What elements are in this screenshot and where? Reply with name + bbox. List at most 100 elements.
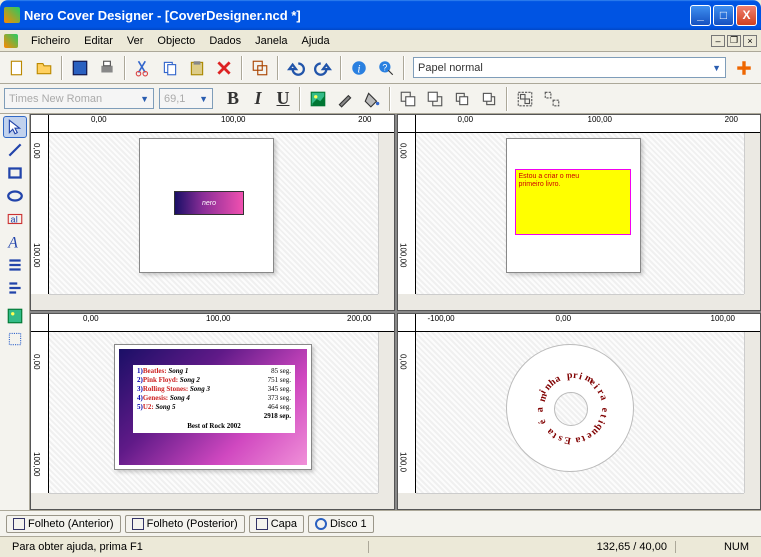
child-close-button[interactable]: × <box>743 35 757 47</box>
open-button[interactable] <box>31 55 57 81</box>
menu-ajuda[interactable]: Ajuda <box>295 33 337 49</box>
font-name: Times New Roman <box>9 93 102 105</box>
group-button[interactable] <box>512 86 538 112</box>
scrollbar-horizontal[interactable] <box>49 294 378 310</box>
scrollbar-vertical[interactable] <box>744 133 760 294</box>
add-paper-button[interactable] <box>731 55 757 81</box>
svg-text:A: A <box>7 235 18 251</box>
scrollbar-vertical[interactable] <box>378 332 394 493</box>
document-tabs: Folheto (Anterior) Folheto (Posterior) C… <box>0 510 761 536</box>
chevron-down-icon: ▼ <box>140 94 149 104</box>
redo-button[interactable] <box>310 55 336 81</box>
image-tool-button[interactable] <box>305 86 331 112</box>
menu-ficheiro[interactable]: Ficheiro <box>24 33 77 49</box>
status-coord: 132,65 / 40,00 <box>589 541 676 553</box>
statusbar: Para obter ajuda, prima F1 132,65 / 40,0… <box>0 536 761 557</box>
disc-shape[interactable]: Esta é a minha primeira etiqueta <box>506 344 634 472</box>
chevron-down-icon: ▼ <box>712 63 721 73</box>
ruler-horizontal: 0,00 100,00 200 <box>398 115 761 133</box>
save-button[interactable] <box>67 55 93 81</box>
menu-janela[interactable]: Janela <box>248 33 294 49</box>
tracklist[interactable]: 1)Beatles: Song 185 seg.2)Pink Floyd: So… <box>133 365 295 433</box>
print-button[interactable] <box>94 55 120 81</box>
tracklist-tool[interactable] <box>3 254 27 276</box>
tab-capa[interactable]: Capa <box>249 515 304 533</box>
forward-button[interactable] <box>449 86 475 112</box>
duplicate-button[interactable] <box>247 55 273 81</box>
paste-button[interactable] <box>184 55 210 81</box>
line-tool[interactable] <box>3 139 27 161</box>
tab-folheto-posterior[interactable]: Folheto (Posterior) <box>125 515 245 533</box>
doc-name: [CoverDesigner.ncd *] <box>165 8 301 23</box>
svg-text:aI: aI <box>10 214 18 224</box>
scrollbar-vertical[interactable] <box>744 332 760 493</box>
curved-text[interactable]: Esta é a minha primeira etiqueta <box>507 345 633 471</box>
ungroup-button[interactable] <box>539 86 565 112</box>
field-tool[interactable] <box>3 277 27 299</box>
window-title: Nero Cover Designer - [CoverDesigner.ncd… <box>24 8 690 23</box>
grid-tool[interactable] <box>3 328 27 350</box>
status-num: NUM <box>716 541 757 553</box>
paper-combo[interactable]: Papel normal ▼ <box>413 57 726 78</box>
side-toolbar: aI A <box>0 114 30 510</box>
delete-button[interactable] <box>211 55 237 81</box>
pen-tool-button[interactable] <box>332 86 358 112</box>
format-toolbar: Times New Roman ▼ 69,1 ▼ B I U <box>0 84 761 114</box>
italic-button[interactable]: I <box>246 87 270 111</box>
bold-button[interactable]: B <box>221 87 245 111</box>
app-name: Nero Cover Designer <box>24 8 153 23</box>
undo-button[interactable] <box>283 55 309 81</box>
menubar: Ficheiro Editar Ver Objecto Dados Janela… <box>0 30 761 52</box>
insert-image-tool[interactable] <box>3 305 27 327</box>
tab-folheto-anterior[interactable]: Folheto (Anterior) <box>6 515 121 533</box>
artistic-text-tool[interactable]: A <box>3 231 27 253</box>
copy-button[interactable] <box>157 55 183 81</box>
rect-tool[interactable] <box>3 162 27 184</box>
ruler-vertical: 0,00 100,00 <box>31 133 49 294</box>
ruler-horizontal: 0,00 100,00 200,00 <box>31 314 394 332</box>
font-size-combo[interactable]: 69,1 ▼ <box>159 88 213 109</box>
font-combo[interactable]: Times New Roman ▼ <box>4 88 154 109</box>
ruler-vertical: 0,00 100,00 <box>31 332 49 493</box>
ellipse-tool[interactable] <box>3 185 27 207</box>
titlebar: Nero Cover Designer - [CoverDesigner.ncd… <box>0 0 761 30</box>
send-back-button[interactable] <box>422 86 448 112</box>
pointer-tool[interactable] <box>3 116 27 138</box>
scrollbar-horizontal[interactable] <box>416 294 745 310</box>
close-button[interactable]: X <box>736 5 757 26</box>
font-size: 69,1 <box>164 93 185 105</box>
pane-disc[interactable]: -100,00 0,00 100,00 0,00 100,0 Esta é a … <box>397 313 761 510</box>
text-box[interactable]: Estou a criar o meu primeiro livro. <box>515 169 631 235</box>
info-button[interactable]: i <box>346 55 372 81</box>
document-icon[interactable] <box>4 34 18 48</box>
underline-button[interactable]: U <box>271 87 295 111</box>
help-button[interactable]: ? <box>373 55 399 81</box>
menu-ver[interactable]: Ver <box>120 33 151 49</box>
menu-dados[interactable]: Dados <box>202 33 248 49</box>
bring-front-button[interactable] <box>395 86 421 112</box>
backward-button[interactable] <box>476 86 502 112</box>
pane-inlay[interactable]: 0,00 100,00 200,00 0,00 100,00 1)Beatles… <box>30 313 395 510</box>
minimize-button[interactable]: _ <box>690 5 711 26</box>
menu-objecto[interactable]: Objecto <box>150 33 202 49</box>
child-restore-button[interactable]: ❐ <box>727 35 741 47</box>
menu-editar[interactable]: Editar <box>77 33 120 49</box>
cut-button[interactable] <box>130 55 156 81</box>
inserted-image[interactable]: nero <box>174 191 244 215</box>
scrollbar-horizontal[interactable] <box>416 493 745 509</box>
chevron-down-icon: ▼ <box>199 94 208 104</box>
tab-disco1[interactable]: Disco 1 <box>308 515 374 533</box>
fill-tool-button[interactable] <box>359 86 385 112</box>
textbox-tool[interactable]: aI <box>3 208 27 230</box>
pane-back-booklet[interactable]: 0,00 100,00 200 0,00 100,00 Estou a cria… <box>397 114 761 311</box>
scrollbar-vertical[interactable] <box>378 133 394 294</box>
child-minimize-button[interactable]: – <box>711 35 725 47</box>
scrollbar-horizontal[interactable] <box>49 493 378 509</box>
ruler-horizontal: -100,00 0,00 100,00 <box>398 314 761 332</box>
maximize-button[interactable]: □ <box>713 5 734 26</box>
app-icon <box>4 7 20 23</box>
ruler-horizontal: 0,00 100,00 200 <box>31 115 394 133</box>
pane-front-booklet[interactable]: 0,00 100,00 200 0,00 100,00 nero <box>30 114 395 311</box>
new-button[interactable] <box>4 55 30 81</box>
svg-text:i: i <box>357 63 360 75</box>
